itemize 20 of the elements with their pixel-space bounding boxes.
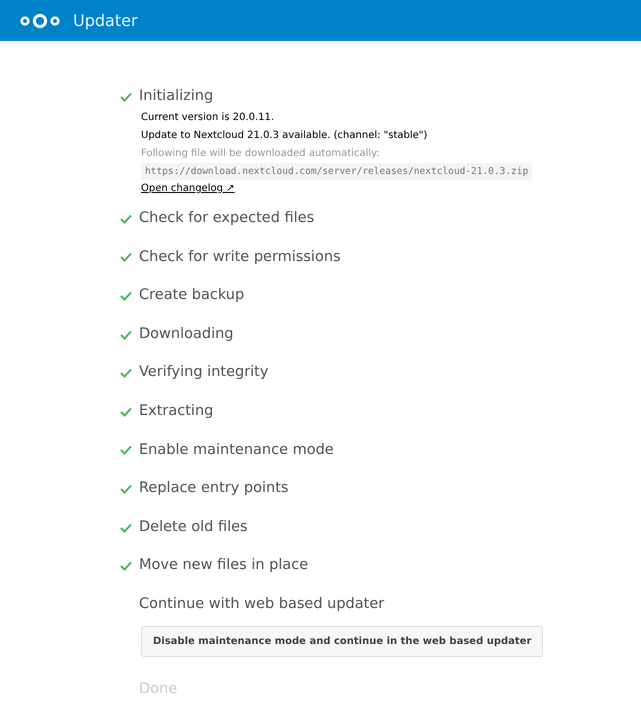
step-title: Move new files in place <box>139 556 308 576</box>
logo-icon <box>20 12 60 28</box>
step-title: Create backup <box>139 286 244 306</box>
info-text: Current version is 20.0.11. <box>141 110 276 125</box>
step-title: Replace entry points <box>139 479 288 498</box>
step-title: Downloading <box>139 324 234 344</box>
continue-button[interactable]: Disable maintenance mode and continue in the web based updater <box>141 626 544 658</box>
step-title: Check for expected files <box>139 209 314 228</box>
info-text: Update to Nextcloud 21.0.3 available. (channel: "stable") <box>141 128 428 143</box>
app-title: Updater <box>73 10 138 32</box>
changelog-link[interactable]: Open changelog ↗ <box>141 180 234 198</box>
step-title: Continue with web based updater <box>139 594 384 614</box>
download-url: https://download.nextcloud.com/server/releases/nextcloud-21.0.3.zip <box>141 162 532 180</box>
step-title: Delete old files <box>139 518 248 537</box>
step-title: Enable maintenance mode <box>139 440 334 460</box>
info-note: Following file will be downloaded automatically: <box>141 146 381 161</box>
step-title: Verifying integrity <box>139 363 268 382</box>
step-title: Check for write permissions <box>139 248 341 267</box>
step-title: Extracting <box>139 402 214 421</box>
step-title: Initializing <box>139 87 214 106</box>
